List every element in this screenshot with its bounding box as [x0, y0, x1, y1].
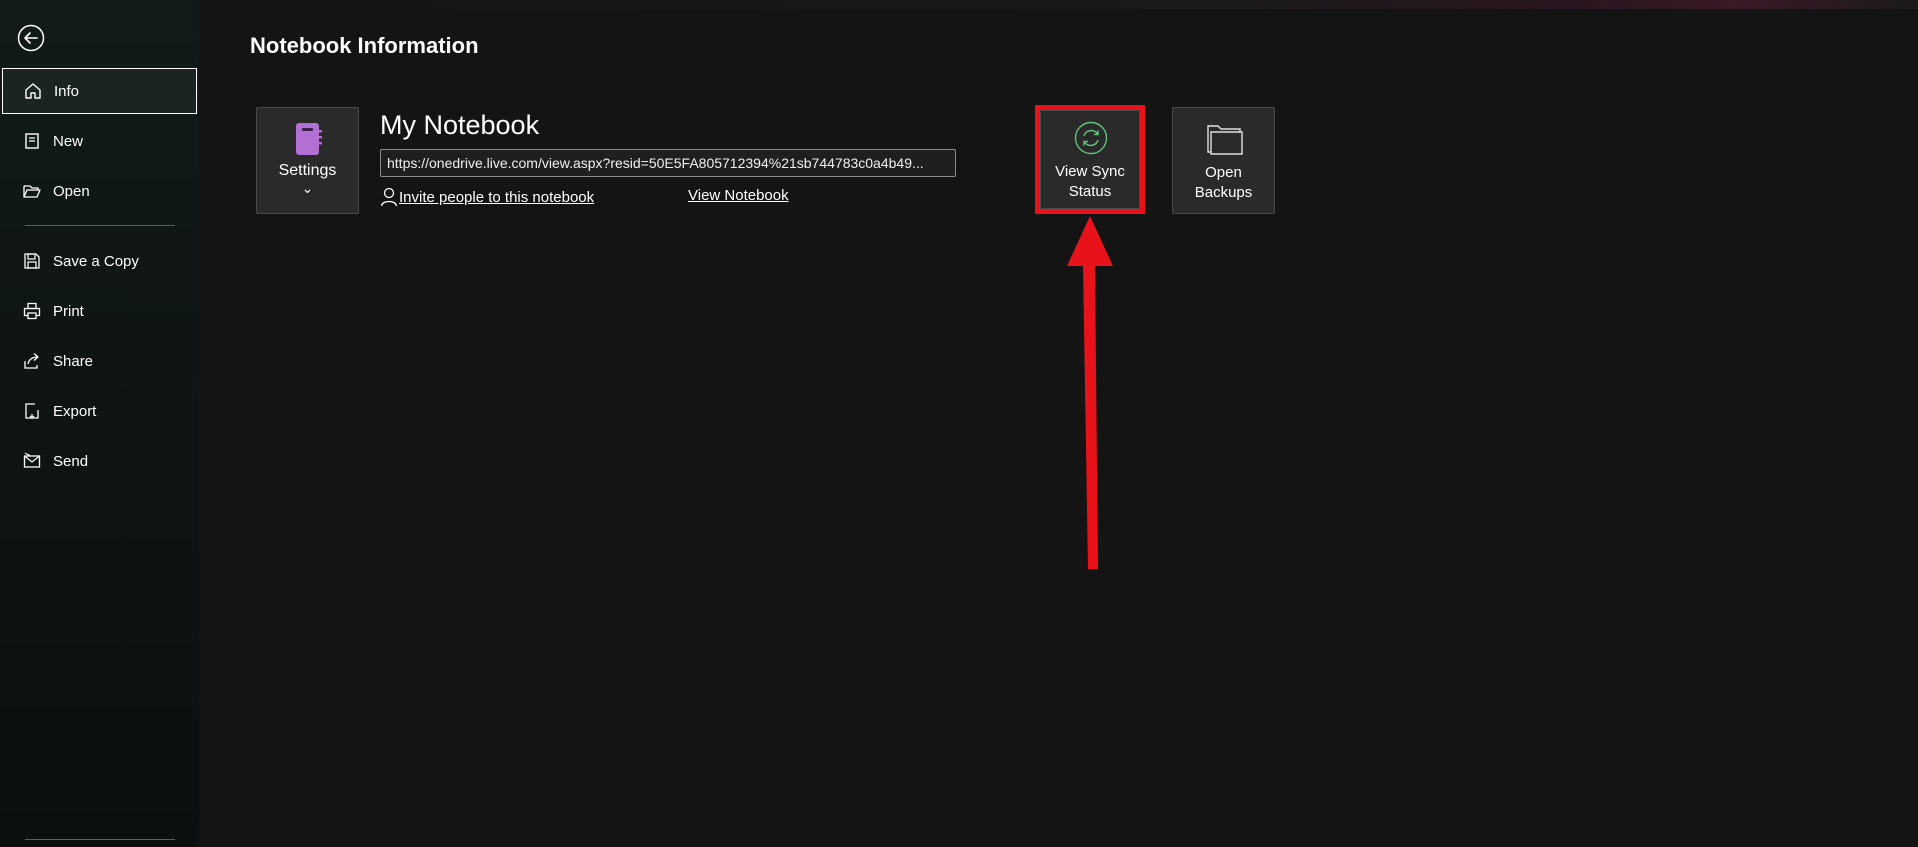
back-arrow-icon: [17, 24, 45, 52]
notebook-name: My Notebook: [380, 110, 540, 140]
save-copy-icon: [21, 250, 43, 272]
folder-icon: [1207, 125, 1243, 155]
view-sync-label-line1: View Sync: [1055, 163, 1125, 180]
sidebar-item-save-a-copy[interactable]: Save a Copy: [2, 238, 197, 284]
notebook-url-field[interactable]: https://onedrive.live.com/view.aspx?resi…: [380, 149, 956, 177]
send-icon: [21, 450, 43, 472]
sidebar-item-label: Save a Copy: [53, 252, 139, 270]
export-icon: [21, 400, 43, 422]
sidebar-item-info[interactable]: Info: [2, 68, 197, 114]
invite-people-label: Invite people to this notebook: [399, 188, 595, 206]
sidebar-item-export[interactable]: Export: [2, 388, 197, 434]
sync-icon: [1074, 121, 1108, 155]
view-notebook-link[interactable]: View Notebook: [688, 187, 789, 204]
sidebar-item-label: Open: [53, 182, 90, 200]
sidebar-item-send[interactable]: Send: [2, 438, 197, 484]
open-backups-label-line2: Backups: [1194, 184, 1253, 201]
top-decorative-strip: [199, 0, 1918, 9]
onenote-backstage-window: Info New Open Save a Copy Print Share Ex…: [0, 0, 1918, 847]
chevron-down-icon: ⌄: [301, 180, 314, 196]
sidebar-divider: [25, 225, 175, 226]
page-title: Notebook Information: [250, 33, 479, 58]
notebook-icon: [296, 123, 322, 155]
sidebar-item-label: Send: [53, 452, 89, 470]
share-icon: [21, 350, 43, 372]
notebook-settings-button[interactable]: Settings ⌄: [256, 107, 359, 214]
annotation-arrow-icon: [1067, 216, 1113, 569]
home-icon: [22, 80, 44, 102]
sidebar-item-print[interactable]: Print: [2, 288, 197, 334]
view-sync-label-line2: Status: [1068, 183, 1112, 200]
sidebar-item-label: New: [53, 132, 84, 150]
sidebar-item-label: Export: [53, 402, 97, 420]
sidebar-item-open[interactable]: Open: [2, 168, 197, 214]
sidebar-item-share[interactable]: Share: [2, 338, 197, 384]
new-page-icon: [21, 130, 43, 152]
sidebar-item-new[interactable]: New: [2, 118, 197, 164]
open-backups-label-line1: Open: [1205, 164, 1242, 181]
back-button[interactable]: [17, 24, 45, 52]
open-backups-button[interactable]: Open Backups: [1172, 107, 1275, 214]
sidebar-item-label: Print: [53, 302, 84, 320]
person-icon: [380, 187, 398, 207]
folder-open-icon: [21, 180, 43, 202]
view-sync-status-button[interactable]: View Sync Status: [1040, 110, 1140, 209]
sidebar-item-label: Share: [53, 352, 94, 370]
printer-icon: [21, 300, 43, 322]
sidebar-item-label: Info: [54, 82, 80, 100]
invite-people-link[interactable]: Invite people to this notebook: [380, 187, 594, 207]
backstage-sidebar: Info New Open Save a Copy Print Share Ex…: [0, 0, 199, 847]
sidebar-bottom-divider: [25, 839, 175, 840]
